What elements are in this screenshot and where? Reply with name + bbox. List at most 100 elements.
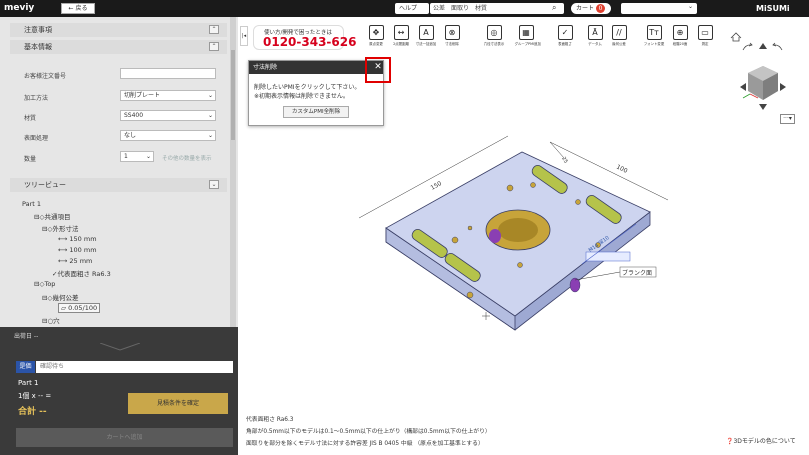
view-cube[interactable] bbox=[728, 28, 798, 118]
collapse-panel-button[interactable]: |◂ bbox=[240, 26, 248, 46]
delete-all-custom-pmi-button[interactable]: カスタムPMI全削除 bbox=[283, 106, 349, 118]
toolbar-two-point-button[interactable]: ↔ 2点間距離 bbox=[389, 25, 413, 47]
toolbar-hole-dim-button[interactable]: ◎ 穴径寸法表示 bbox=[482, 25, 506, 47]
back-button[interactable]: ← 戻る bbox=[61, 3, 95, 14]
surface-select[interactable]: なし ⌄ bbox=[120, 130, 216, 141]
toolbar-label: 段階20面 bbox=[672, 42, 688, 46]
toolbar-origin-button[interactable]: ✥ 原点変更 bbox=[364, 25, 388, 47]
toolbar-dim-delete-button[interactable]: ⊗ 寸法削除 bbox=[440, 25, 464, 47]
search-icon[interactable]: ⌕ bbox=[552, 3, 556, 13]
toolbar-dim-add-button[interactable]: A 寸法一括追加 bbox=[414, 25, 438, 47]
material-value: SS400 bbox=[124, 112, 144, 119]
toolbar-step-button[interactable]: ⊕ 段階20面 bbox=[668, 25, 692, 47]
dimension-icon: ⟷ bbox=[58, 235, 70, 243]
tree-label: Top bbox=[44, 280, 56, 288]
order-number-input[interactable] bbox=[120, 68, 216, 79]
basic-info-header[interactable]: 基本情報 bbox=[10, 40, 227, 54]
quantity-select[interactable]: 1 ⌄ bbox=[120, 151, 154, 162]
meviy-logo[interactable]: meviy bbox=[4, 3, 34, 13]
tree-item[interactable]: ✓代表面粗さ Ra6.3 bbox=[52, 268, 111, 278]
quantity-label: 数量 bbox=[24, 156, 37, 163]
dim-150-label[interactable]: 150 bbox=[430, 180, 444, 192]
arrow-up-icon[interactable] bbox=[759, 43, 767, 49]
cart-button[interactable]: カート bbox=[571, 3, 611, 14]
tree-item[interactable]: ▱ 0.05/100 bbox=[58, 303, 101, 313]
tree-item[interactable]: ⟷ 100 mm bbox=[58, 246, 97, 254]
tree-item[interactable]: ⟷ 150 mm bbox=[58, 235, 97, 243]
model-color-help-link[interactable]: ❓3Dモデルの色について bbox=[726, 436, 796, 445]
search-input[interactable]: 公差 面取り 材質 bbox=[430, 3, 564, 14]
toolbar-measure-button[interactable]: ▭ 測定 bbox=[693, 25, 717, 47]
toolbar-group-pmi-button[interactable]: ▦ グループPMI追加 bbox=[514, 25, 541, 47]
material-select[interactable]: SS400 ⌄ bbox=[120, 110, 216, 121]
dim-add-icon: A bbox=[418, 25, 434, 40]
help-dropdown[interactable]: ヘルプ bbox=[395, 3, 429, 14]
cart-count-badge: 0 bbox=[596, 4, 605, 13]
process-value: 切削プレート bbox=[124, 92, 161, 99]
tree-item[interactable]: ⟷ 25 mm bbox=[58, 257, 92, 265]
toolbar-font-button[interactable]: Tт フォント変更 bbox=[642, 25, 666, 47]
geometric-icon: // bbox=[611, 25, 627, 40]
tree-label: 150 mm bbox=[69, 235, 97, 243]
part-name: Part 1 bbox=[18, 379, 39, 387]
tree-item[interactable]: ⊟◇幾何公差 bbox=[42, 292, 78, 302]
process-select[interactable]: 切削プレート ⌄ bbox=[120, 90, 216, 101]
toolbar-roughness-button[interactable]: ✓ 表面粗さ bbox=[553, 25, 577, 47]
home-icon[interactable] bbox=[730, 32, 742, 42]
toolbar-datum-button[interactable]: Ā データム bbox=[583, 25, 607, 47]
tree-label: 0.05/100 bbox=[68, 304, 98, 312]
scrollbar-thumb[interactable] bbox=[231, 50, 235, 140]
chevron-divider-icon bbox=[100, 343, 140, 351]
chevron-down-icon: ⌄ bbox=[688, 3, 694, 10]
arrow-down-icon[interactable] bbox=[759, 104, 767, 110]
arrow-right-icon[interactable] bbox=[780, 83, 786, 91]
tree-item[interactable]: ⊟◇Top bbox=[34, 280, 55, 288]
rotate-ccw-icon[interactable] bbox=[742, 42, 753, 51]
basic-info-title: 基本情報 bbox=[24, 43, 52, 51]
chevron-down-icon: ⌄ bbox=[145, 153, 151, 160]
origin-icon: ✥ bbox=[368, 25, 384, 40]
process-label: 加工方法 bbox=[24, 95, 49, 102]
two-point-icon: ↔ bbox=[393, 25, 409, 40]
toolbar-label: 表面粗さ bbox=[558, 42, 572, 46]
tree-item[interactable]: ⊟○穴 bbox=[42, 315, 60, 325]
tree-part[interactable]: Part 1 bbox=[22, 200, 41, 208]
toolbar-label: 測定 bbox=[701, 42, 709, 46]
note-line: 面取りを部分を除くモデル寸法に対する許容差 JIS B 0405 中級 （原点を… bbox=[246, 441, 484, 447]
support-phone-number: 0120-343-626 bbox=[263, 35, 357, 49]
tree-item[interactable]: ⊟◇外形寸法 bbox=[42, 223, 78, 233]
misumi-logo: MiSUMi bbox=[756, 4, 790, 13]
arrow-left-icon[interactable] bbox=[740, 83, 746, 91]
toolbar-label: 穴径寸法表示 bbox=[483, 42, 505, 46]
surface-label: 表面処理 bbox=[24, 135, 49, 142]
dim-delete-icon: ⊗ bbox=[444, 25, 460, 40]
chevron-up-icon[interactable]: ⌃ bbox=[209, 42, 219, 51]
part-3d-model[interactable]: 150 100 25 M14 深10 ブランク面 bbox=[350, 130, 680, 360]
measure-icon: ▭ bbox=[697, 25, 713, 40]
tree-label: 共通項目 bbox=[44, 213, 71, 221]
cube-icon: ⊟◇ bbox=[42, 294, 53, 302]
highlight-box bbox=[365, 57, 391, 83]
blank-face-label[interactable]: ブランク面 bbox=[622, 269, 652, 277]
dim-100-label[interactable]: 100 bbox=[615, 164, 629, 175]
user-dropdown[interactable] bbox=[621, 3, 697, 14]
confirm-quote-button[interactable]: 見積条件を確定 bbox=[128, 393, 228, 414]
tree-item[interactable]: ⊟◇共通項目 bbox=[34, 211, 70, 221]
notes-section-header[interactable]: 注意事項 bbox=[10, 23, 227, 37]
more-options-button[interactable]: ···▾ bbox=[780, 114, 795, 124]
datum-icon: Ā bbox=[587, 25, 603, 40]
popup-note: ※初期表示情報は削除できません。 bbox=[254, 93, 349, 100]
tree-view-header[interactable]: ツリービュー bbox=[10, 178, 227, 192]
step-icon: ⊕ bbox=[672, 25, 688, 40]
toolbar-geometric-button[interactable]: // 幾何公差 bbox=[607, 25, 631, 47]
notes-section-title: 注意事項 bbox=[24, 26, 52, 34]
rotate-cw-icon[interactable] bbox=[772, 42, 783, 51]
add-to-cart-button[interactable]: カートへ追加 bbox=[16, 428, 233, 447]
chevron-down-icon[interactable]: ⌄ bbox=[209, 180, 219, 189]
chevron-up-icon[interactable]: ⌃ bbox=[209, 25, 219, 34]
dim-25-label[interactable]: 25 bbox=[560, 156, 568, 165]
toolbar-label: 寸法削除 bbox=[445, 42, 459, 46]
note-line: 角部が0.5mm以下のモデルは0.1〜0.5mm以下の仕上がり（構部は0.5mm… bbox=[246, 429, 491, 435]
tree-label: 100 mm bbox=[69, 246, 97, 254]
qty-hint-link[interactable]: その他の数量を表示 bbox=[162, 154, 212, 162]
